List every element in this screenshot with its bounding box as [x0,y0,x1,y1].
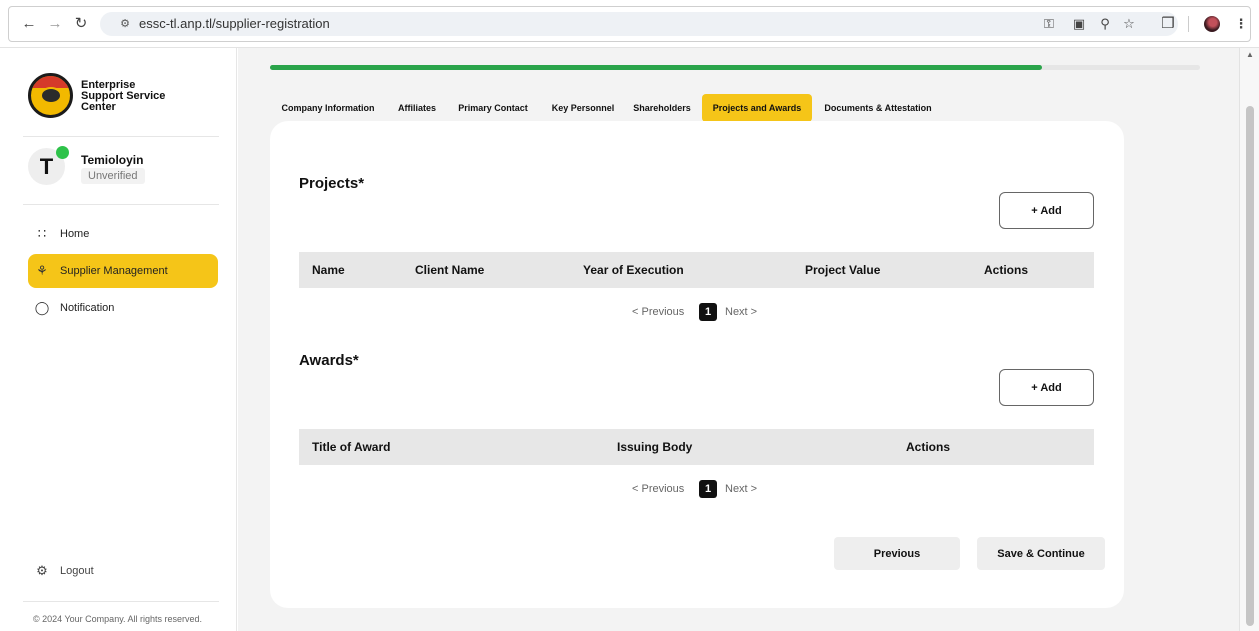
next-page-link[interactable]: Next > [725,480,757,498]
reload-icon[interactable]: ↻ [72,15,90,33]
tab-projects-and-awards[interactable]: Projects and Awards [702,94,812,122]
brand-line: Center [81,101,116,113]
previous-step-button[interactable]: Previous [834,537,960,570]
sidebar-item-label: Home [60,228,90,240]
scrollbar-thumb[interactable] [1246,106,1254,626]
scroll-up-icon[interactable]: ▲ [1246,50,1254,59]
progress-bar [270,65,1200,70]
column-header: Client Name [415,263,485,277]
progress-bar-fill [270,65,1042,70]
column-header: Year of Execution [583,263,684,277]
page-number-current[interactable]: 1 [699,303,717,321]
cast-icon[interactable]: ▣ [1070,15,1088,33]
grid-icon: ∷ [37,226,47,241]
verification-badge: Unverified [81,168,145,184]
tab-key-personnel[interactable]: Key Personnel [546,94,620,122]
awards-title: Awards* [299,352,359,369]
next-page-link[interactable]: Next > [725,303,757,321]
password-key-icon[interactable]: ⚿ [1040,15,1058,33]
url-text[interactable]: essc-tl.anp.tl/supplier-registration [139,17,330,31]
sidebar-item-home[interactable]: ∷ Home [28,217,218,251]
kebab-menu-icon[interactable]: ⋮ [1232,15,1250,33]
company-logo [28,73,73,118]
tab-shareholders[interactable]: Shareholders [630,94,694,122]
save-continue-button[interactable]: Save & Continue [977,537,1105,570]
previous-page-link[interactable]: < Previous [632,303,684,321]
column-header: Title of Award [312,440,391,454]
site-info-icon[interactable]: ⚙ [118,17,132,31]
toolbar-divider [1188,16,1189,32]
column-header: Actions [906,440,951,454]
sidebar-item-label: Notification [60,302,115,314]
tab-affiliates[interactable]: Affiliates [390,94,444,122]
gear-icon: ⚙ [36,563,48,578]
puzzle-icon[interactable]: ❒ [1159,15,1177,33]
tab-company-information[interactable]: Company Information [276,94,380,122]
arrow-left-icon[interactable]: ← [20,15,38,33]
sidebar-item-label: Supplier Management [60,265,168,277]
projects-title: Projects* [299,175,365,192]
awards-table-header: Title of Award Issuing Body Actions [299,429,1094,465]
logout-label: Logout [60,565,94,577]
sidebar-item-notification[interactable]: ◯ Notification [28,291,218,325]
browser-toolbar: ← → ↻ ⚙ essc-tl.anp.tl/supplier-registra… [0,0,1259,48]
zoom-icon[interactable]: ⚲ [1096,15,1114,33]
column-header: Issuing Body [617,440,693,454]
logout-button[interactable]: ⚙ Logout [28,560,148,582]
user-name: Temioloyin [81,153,144,167]
scrollbar[interactable]: ▲ [1239,48,1259,631]
star-icon[interactable]: ☆ [1120,15,1138,33]
tab-primary-contact[interactable]: Primary Contact [452,94,534,122]
online-status-dot [56,146,69,159]
sidebar-divider [23,601,219,602]
add-project-button[interactable]: + Add [999,192,1094,229]
sidebar-divider [23,136,219,137]
sidebar-item-supplier-management[interactable]: ⚘ Supplier Management [28,254,218,288]
arrow-right-icon[interactable]: → [46,15,64,33]
add-award-button[interactable]: + Add [999,369,1094,406]
org-chart-icon: ⚘ [36,263,48,278]
projects-table-header: Name Client Name Year of Execution Proje… [299,252,1094,288]
bell-icon: ◯ [34,300,50,315]
profile-avatar[interactable] [1204,16,1220,32]
sidebar-divider [23,204,219,205]
copyright-text: © 2024 Your Company. All rights reserved… [33,614,203,624]
form-card [270,121,1124,608]
tab-documents-attestation[interactable]: Documents & Attestation [820,94,936,122]
column-header: Project Value [805,263,881,277]
column-header: Name [312,263,345,277]
column-header: Actions [984,263,1029,277]
brand-name: Enterprise Support Service Center [81,80,165,113]
page-number-current[interactable]: 1 [699,480,717,498]
previous-page-link[interactable]: < Previous [632,480,684,498]
